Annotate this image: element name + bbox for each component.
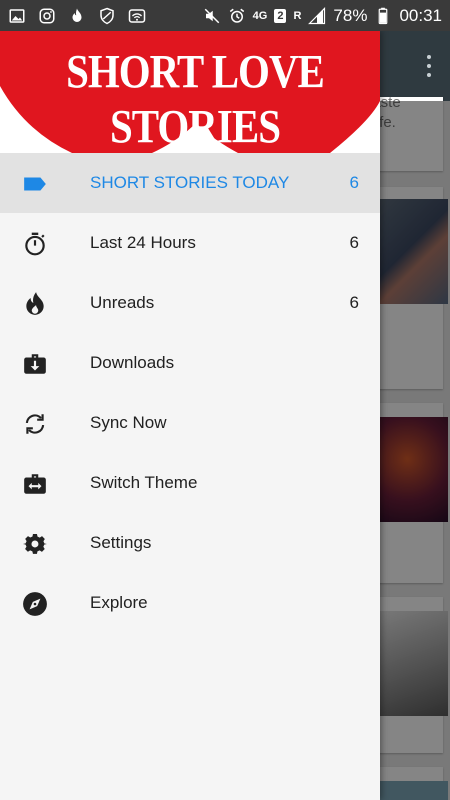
- switch-theme-icon: [22, 471, 48, 497]
- menu-item-switch-theme[interactable]: Switch Theme: [0, 453, 380, 513]
- blocked-shield-icon: [98, 7, 116, 25]
- navigation-drawer: SHORT LOVE STORIES SHORT STORIES TODAY 6…: [0, 31, 380, 800]
- menu-item-label: Switch Theme: [90, 473, 198, 492]
- mute-icon: [203, 7, 221, 25]
- battery-icon: [374, 7, 392, 25]
- menu-item-sync-now[interactable]: Sync Now: [0, 393, 380, 453]
- label-tag-icon: [22, 171, 48, 197]
- flame-icon: [68, 7, 86, 25]
- network-4g-icon: 4G: [252, 9, 268, 22]
- sim-2-icon: 2: [274, 8, 287, 23]
- menu-item-label: Explore: [90, 593, 148, 612]
- signal-roaming-icon: R: [293, 9, 302, 22]
- gear-icon: [22, 531, 48, 557]
- image-icon: [8, 7, 26, 25]
- menu-item-label: Unreads: [90, 293, 155, 312]
- battery-percent: 78%: [333, 5, 368, 25]
- menu-item-label: SHORT STORIES TODAY: [90, 173, 290, 192]
- menu-item-unreads[interactable]: Unreads 6: [0, 273, 380, 333]
- menu-item-last-24-hours[interactable]: Last 24 Hours 6: [0, 213, 380, 273]
- status-bar: 4G 2 R 78% 00:31: [0, 0, 450, 31]
- signal-icon: [308, 6, 326, 25]
- wifi-icon: [128, 7, 146, 25]
- sync-icon: [22, 411, 48, 437]
- stopwatch-icon: [22, 231, 48, 257]
- unread-count: 6: [349, 233, 359, 252]
- menu-item-settings[interactable]: Settings: [0, 513, 380, 573]
- menu-item-downloads[interactable]: Downloads: [0, 333, 380, 393]
- menu-item-label: Settings: [90, 533, 152, 552]
- app-title: SHORT LOVE STORIES: [66, 44, 325, 153]
- unread-count: 6: [349, 293, 359, 312]
- more-options-icon[interactable]: [426, 55, 432, 77]
- instagram-icon: [38, 7, 56, 25]
- download-briefcase-icon: [22, 351, 48, 377]
- compass-icon: [22, 591, 48, 617]
- menu-item-label: Sync Now: [90, 413, 167, 432]
- clock: 00:31: [399, 5, 442, 25]
- drawer-menu: SHORT STORIES TODAY 6 Last 24 Hours 6 Un…: [0, 153, 380, 633]
- alarm-icon: [228, 7, 246, 25]
- flame-icon: [22, 291, 48, 317]
- menu-item-short-stories-today[interactable]: SHORT STORIES TODAY 6: [0, 153, 380, 213]
- drawer-header: SHORT LOVE STORIES: [0, 31, 380, 153]
- menu-item-label: Downloads: [90, 353, 175, 372]
- unread-count: 6: [349, 173, 359, 192]
- menu-item-label: Last 24 Hours: [90, 233, 196, 252]
- menu-item-explore[interactable]: Explore: [0, 573, 380, 633]
